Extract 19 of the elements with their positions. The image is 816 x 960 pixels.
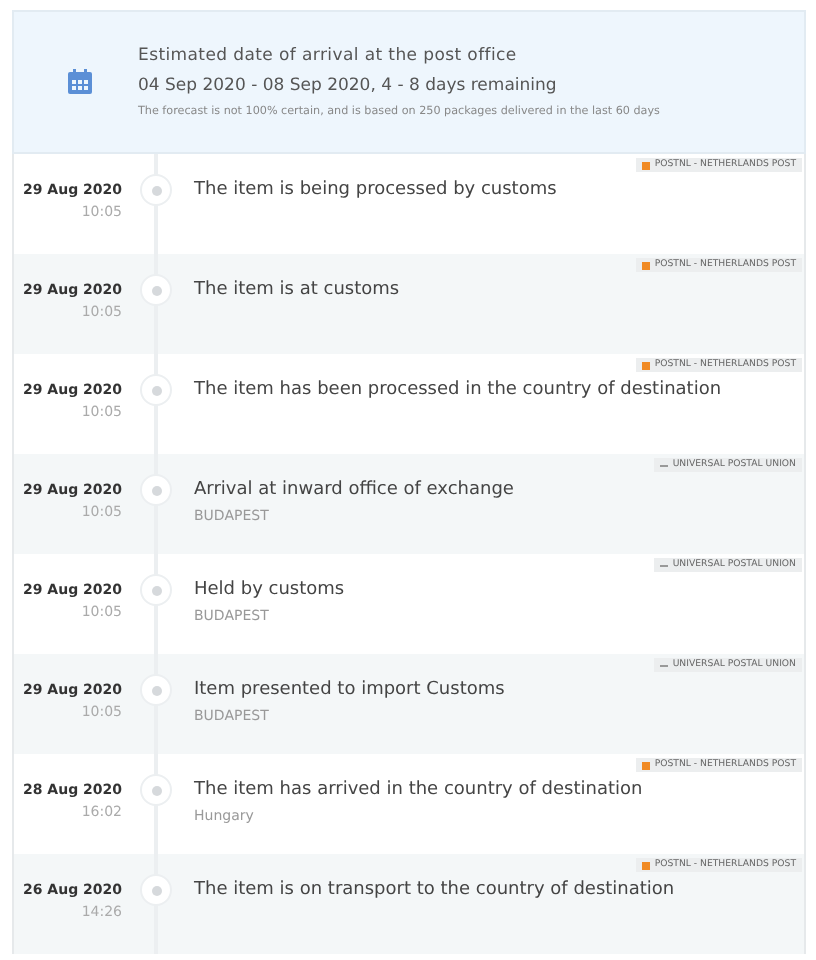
estimate-range: 04 Sep 2020 - 08 Sep 2020, 4 - 8 days remaining xyxy=(138,76,559,96)
event-status: The item is on transport to the country of destination xyxy=(194,880,677,900)
dash-icon xyxy=(660,461,669,469)
dash-icon xyxy=(660,661,669,669)
carrier-logo-icon xyxy=(642,261,651,269)
carrier-logo-icon xyxy=(642,761,651,769)
estimate-title: Estimated date of arrival at the post office xyxy=(138,46,519,66)
event-status: Item presented to import Customs xyxy=(194,680,507,700)
event-status: The item is being processed by customs xyxy=(194,180,559,200)
carrier-logo-icon xyxy=(642,861,651,869)
event-status: The item is at customs xyxy=(194,280,402,300)
event-status: Held by customs xyxy=(194,580,347,600)
event-status: The item has been processed in the country of destination xyxy=(194,380,724,400)
event-status: Arrival at inward office of exchange xyxy=(194,480,516,500)
dash-icon xyxy=(660,561,669,569)
event-status: The item has arrived in the country of destination xyxy=(194,780,645,800)
calendar-icon xyxy=(66,68,94,96)
carrier-logo-icon xyxy=(642,361,651,369)
carrier-logo-icon xyxy=(642,161,651,169)
